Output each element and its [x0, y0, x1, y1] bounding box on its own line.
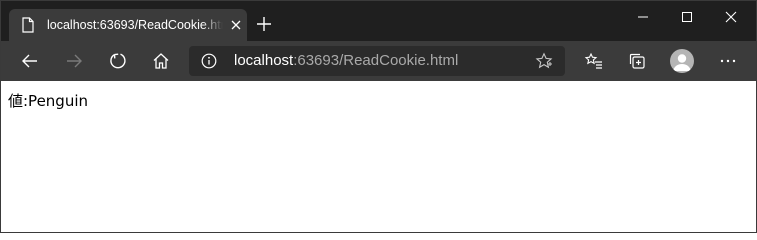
forward-arrow-icon: [67, 54, 82, 68]
plus-icon[interactable]: [255, 15, 273, 33]
page-content: 値:Penguin: [1, 81, 756, 232]
minimize-button[interactable]: [621, 1, 665, 33]
profile-button[interactable]: [667, 47, 697, 75]
refresh-icon: [110, 53, 126, 69]
maximize-icon: [682, 12, 692, 22]
url-path: :63693/ReadCookie.html: [293, 52, 459, 69]
favorites-icon: [584, 52, 602, 69]
page-icon: [22, 17, 34, 33]
ellipsis-icon: [720, 59, 736, 63]
favorites-button[interactable]: [579, 47, 609, 75]
close-window-icon: [725, 11, 737, 23]
browser-window: localhost:63693/ReadCookie.html localhos…: [0, 0, 757, 233]
refresh-button[interactable]: [103, 47, 133, 75]
url-text[interactable]: localhost:63693/ReadCookie.html: [234, 52, 458, 70]
home-icon: [153, 53, 169, 69]
collections-button[interactable]: [622, 47, 652, 75]
close-window-button[interactable]: [709, 1, 753, 33]
url-host: localhost: [234, 52, 294, 69]
cookie-value-text: 値:Penguin: [8, 92, 89, 110]
tab-active[interactable]: localhost:63693/ReadCookie.html: [9, 9, 247, 41]
close-icon[interactable]: [229, 18, 243, 32]
star-outline-icon[interactable]: [535, 52, 553, 70]
home-button[interactable]: [146, 47, 176, 75]
profile-avatar: [670, 49, 694, 73]
forward-button[interactable]: [59, 47, 89, 75]
address-bar[interactable]: localhost:63693/ReadCookie.html: [189, 46, 565, 76]
collections-icon: [629, 53, 645, 69]
back-arrow-icon: [22, 54, 37, 68]
person-icon: [673, 54, 691, 71]
maximize-button[interactable]: [665, 1, 709, 33]
info-icon[interactable]: [201, 53, 217, 69]
tab-title: localhost:63693/ReadCookie.html: [47, 18, 223, 32]
navigation-toolbar: localhost:63693/ReadCookie.html: [1, 41, 756, 81]
tab-strip: localhost:63693/ReadCookie.html: [1, 1, 756, 41]
settings-more-button[interactable]: [713, 47, 743, 75]
minimize-icon: [638, 16, 648, 18]
back-button[interactable]: [15, 47, 45, 75]
